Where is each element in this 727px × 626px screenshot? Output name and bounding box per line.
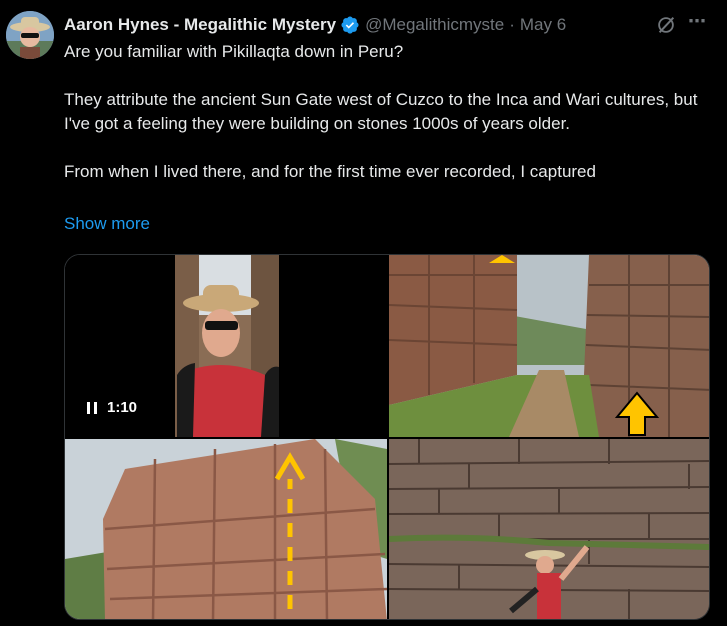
tweet-date[interactable]: May 6 [520, 15, 566, 35]
show-more-link[interactable]: Show more [64, 214, 150, 234]
paragraph-2: They attribute the ancient Sun Gate west… [64, 90, 698, 133]
video-time: 1:10 [107, 399, 138, 416]
verified-badge-icon[interactable] [340, 15, 360, 35]
separator-dot: · [509, 15, 515, 34]
tweet-header: Aaron Hynes - Megalithic Mystery @Megali… [64, 13, 566, 37]
photo-large-wall[interactable] [65, 439, 387, 619]
author-handle[interactable]: @Megalithicmyste [365, 15, 504, 35]
paragraph-3: From when I lived there, and for the fir… [64, 162, 596, 181]
photo-stone-walls-path[interactable] [389, 255, 709, 437]
more-icon[interactable]: ⋯ [688, 11, 712, 35]
video-player[interactable]: 1:10 [65, 255, 387, 437]
video-controls: 1:10 [87, 399, 137, 416]
tweet-text: Are you familiar with Pikillaqta down in… [64, 40, 714, 184]
avatar[interactable] [6, 11, 54, 59]
grok-icon[interactable] [655, 14, 677, 36]
pause-icon[interactable] [87, 401, 97, 414]
photo-man-at-wall[interactable] [389, 439, 709, 619]
media-grid: 1:10 [64, 254, 710, 620]
paragraph-1: Are you familiar with Pikillaqta down in… [64, 42, 404, 61]
author-name[interactable]: Aaron Hynes - Megalithic Mystery [64, 15, 336, 35]
